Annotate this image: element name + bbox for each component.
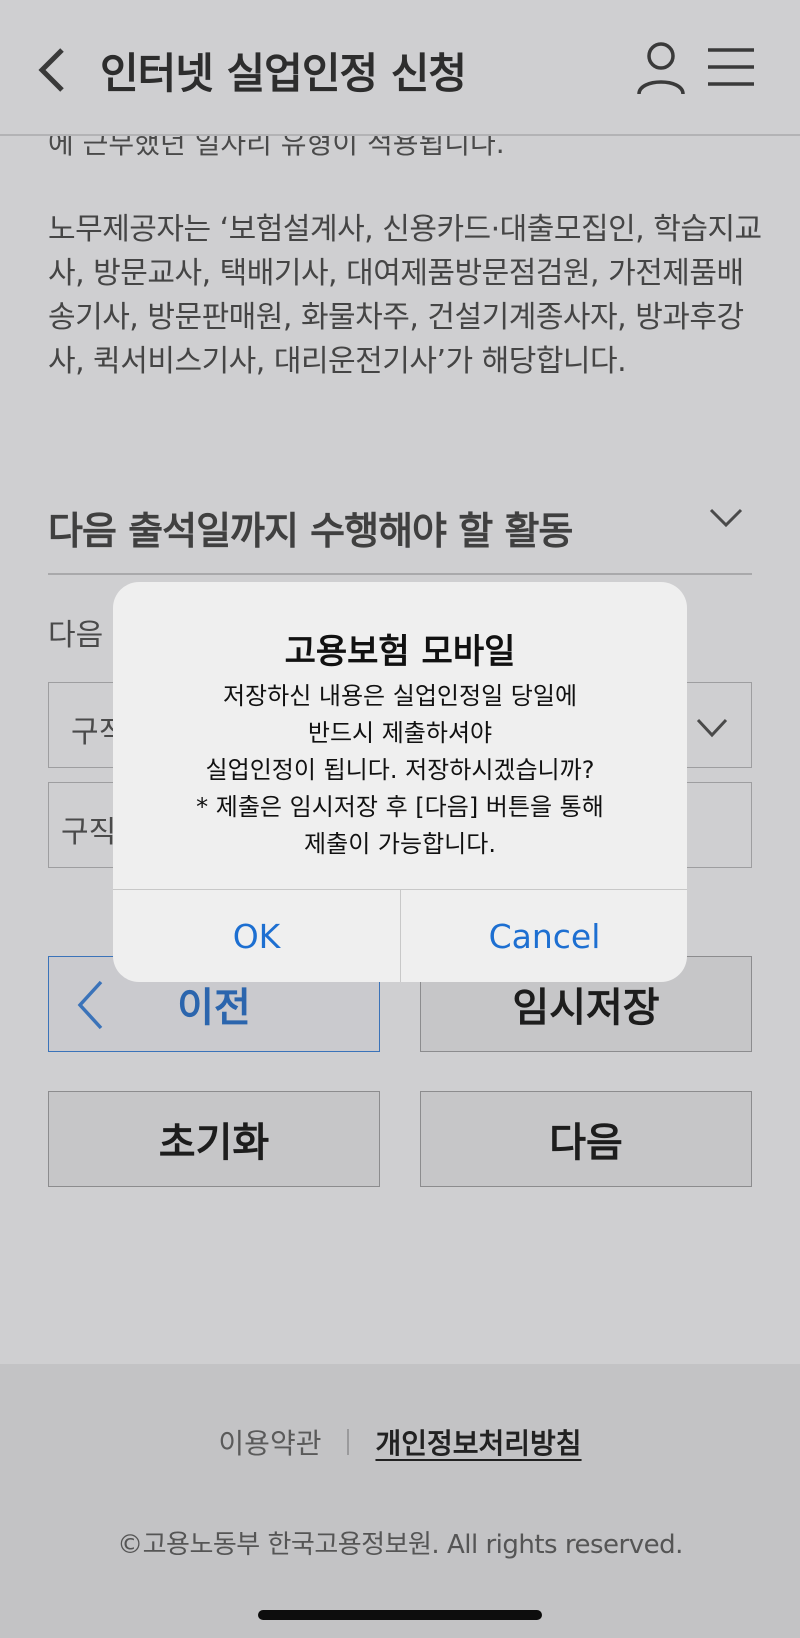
terms-link[interactable]: 이용약관 [218, 1427, 321, 1460]
alert-cancel-button[interactable]: Cancel [401, 890, 687, 982]
copyright: ©고용노동부 한국고용정보원. All rights reserved. [117, 1530, 683, 1560]
chevron-left-icon [77, 980, 103, 1030]
activity-sub-label: 다음 · [48, 618, 123, 653]
alert-message-line: 제출이 가능합니다. [304, 830, 496, 858]
alert-message-line: * 제출은 임시저장 후 [다음] 버튼을 통해 [196, 793, 604, 821]
alert-message-line: 반드시 제출하셔야 [307, 719, 493, 747]
footer: 이용약관 개인정보처리방침 ©고용노동부 한국고용정보원. All rights … [0, 1364, 800, 1638]
alert-message-line: 저장하신 내용은 실업인정일 당일에 [222, 682, 578, 710]
section-divider [48, 573, 752, 575]
privacy-policy-link[interactable]: 개인정보처리방침 [375, 1427, 581, 1460]
chevron-down-icon [696, 718, 728, 738]
home-indicator[interactable] [258, 1610, 542, 1620]
reset-button-label: 초기화 [158, 1120, 270, 1166]
hamburger-menu-icon[interactable] [706, 44, 756, 90]
temp-save-button-label: 임시저장 [512, 985, 660, 1031]
alert-dialog: 고용보험 모바일 저장하신 내용은 실업인정일 당일에 반드시 제출하셔야 실업… [113, 582, 687, 982]
app-header: 인터넷 실업인정 신청 [0, 0, 800, 136]
footer-separator [347, 1429, 350, 1455]
alert-message: 저장하신 내용은 실업인정일 당일에 반드시 제출하셔야 실업인정이 됩니다. … [133, 678, 667, 863]
prev-button-label: 이전 [177, 985, 251, 1031]
activity-input-value: 구직 [61, 815, 117, 850]
reset-button[interactable]: 초기화 [48, 1091, 380, 1187]
next-button-label: 다음 [549, 1120, 623, 1166]
section-title[interactable]: 다음 출석일까지 수행해야 할 활동 [48, 500, 573, 555]
chevron-left-icon[interactable] [34, 40, 74, 100]
worker-description: 노무제공자는 ‘보험설계사, 신용카드·대출모집인, 학습지교사, 방문교사, … [48, 212, 762, 379]
chevron-down-icon[interactable] [708, 506, 744, 530]
next-button[interactable]: 다음 [420, 1091, 752, 1187]
alert-title: 고용보험 모바일 [284, 632, 516, 672]
user-icon[interactable] [636, 40, 686, 96]
page-title: 인터넷 실업인정 신청 [100, 49, 467, 98]
alert-ok-button[interactable]: OK [113, 890, 400, 982]
alert-message-line: 실업인정이 됩니다. 저장하시겠습니까? [205, 756, 595, 784]
footer-links: 이용약관 개인정보처리방침 [0, 1422, 800, 1462]
